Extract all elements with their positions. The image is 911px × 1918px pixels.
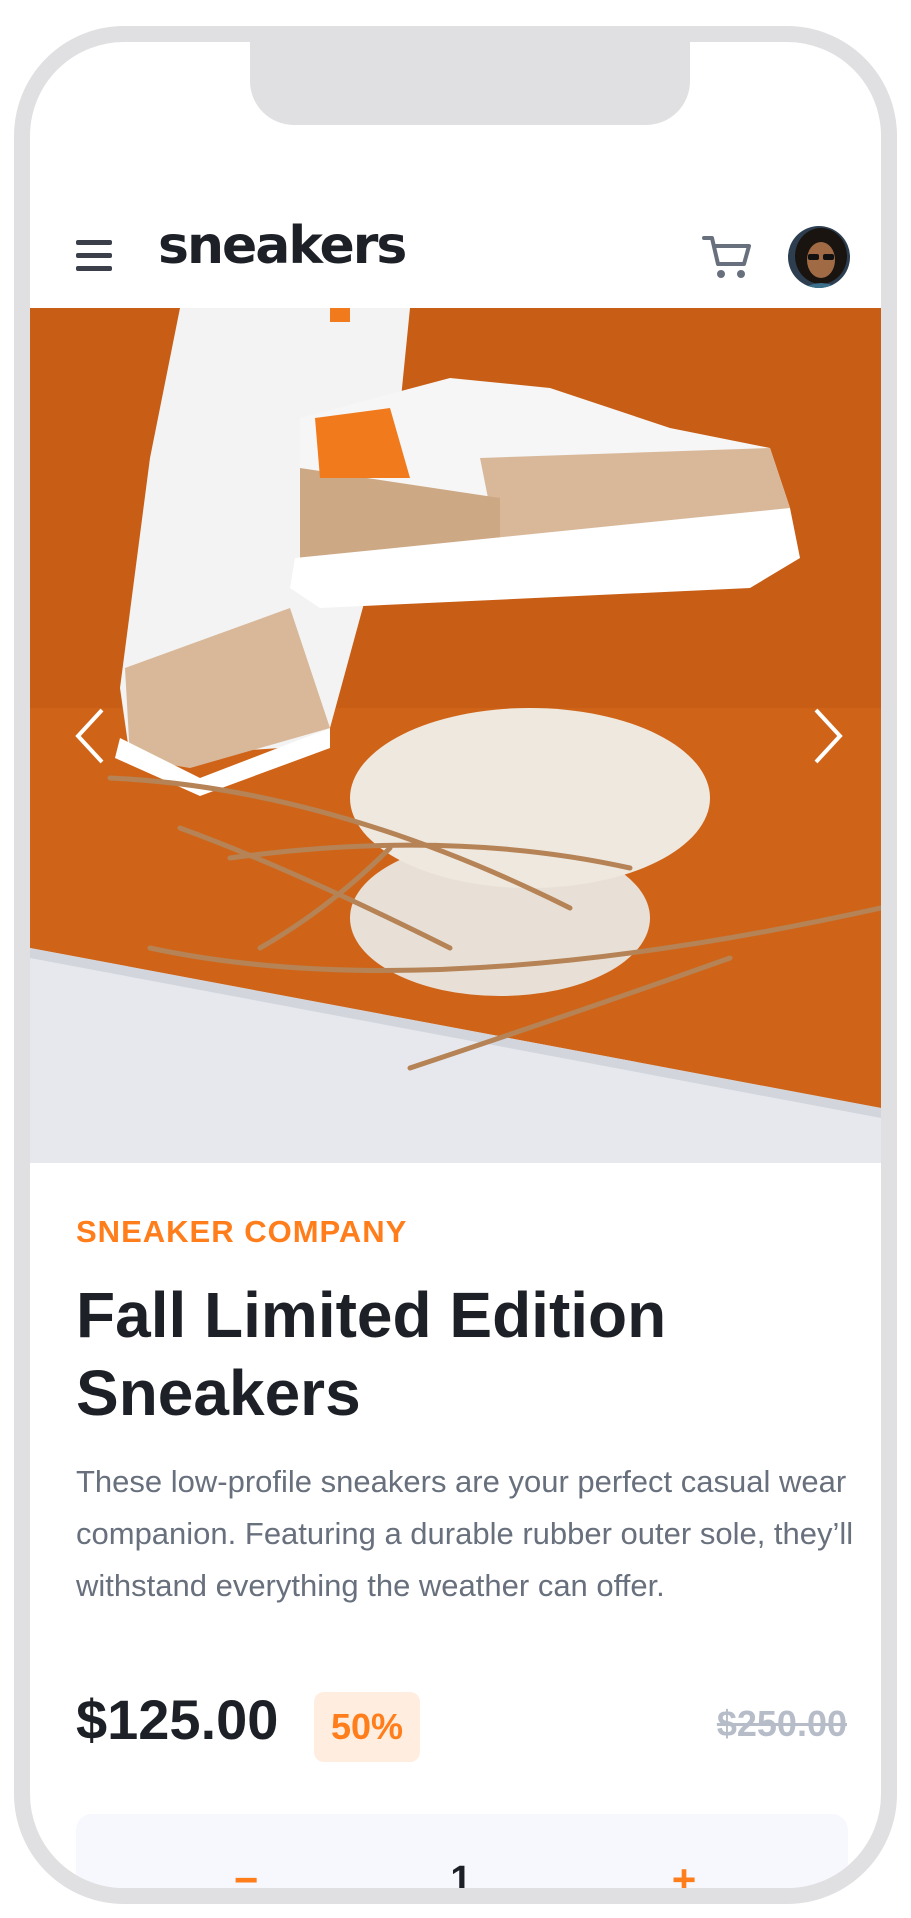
current-price: $125.00: [76, 1688, 279, 1751]
chevron-right-icon[interactable]: [808, 706, 848, 766]
avatar[interactable]: [786, 224, 852, 290]
logo[interactable]: sneakers: [158, 220, 407, 272]
product-title: Fall Limited Edition Sneakers: [76, 1279, 667, 1429]
quantity-value: 1: [450, 1859, 472, 1901]
increase-quantity-button[interactable]: +: [654, 1850, 714, 1888]
chevron-left-icon[interactable]: [70, 706, 110, 766]
company-name: SNEAKER COMPANY: [76, 1214, 408, 1249]
product-description: These low-profile sneakers are your perf…: [76, 1464, 854, 1603]
product-image: [30, 308, 881, 1163]
site-header: sneakers: [30, 182, 881, 290]
decrease-quantity-button[interactable]: −: [216, 1850, 276, 1888]
original-price: $250.00: [716, 1703, 847, 1744]
cart-icon[interactable]: [702, 234, 752, 280]
quantity-stepper: − 1 +: [76, 1814, 848, 1901]
phone-frame: sneakers SNEAKER COMPANY Fall Limited Ed…: [14, 26, 897, 1904]
hamburger-menu-icon[interactable]: [76, 240, 112, 272]
discount-badge: 50%: [314, 1692, 420, 1762]
phone-notch: [250, 42, 690, 125]
